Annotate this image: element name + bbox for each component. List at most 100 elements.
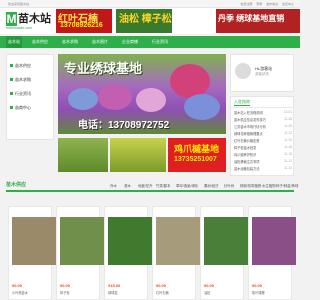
news-item-text: 红叶石楠价格走势: [234, 139, 260, 143]
news-item[interactable]: 江苏苗木市场行情分析 11-25: [234, 124, 292, 131]
divider: [231, 107, 293, 108]
news-item-text: 樟子松苗木批发: [234, 146, 257, 150]
category-link[interactable]: 灌木: [124, 183, 131, 188]
news-item-date: 11-25: [284, 124, 292, 128]
category-link[interactable]: 棕榈/热带植物: [240, 183, 261, 188]
product-name[interactable]: 樟子松: [60, 290, 70, 295]
product-price: ¥0.00: [156, 283, 167, 288]
ad-phone: 13708926216: [60, 22, 103, 29]
product-price: ¥0.00: [252, 283, 263, 288]
logo-mark: M: [6, 12, 17, 26]
news-item-text: 苗木站入驻流程说明: [234, 111, 263, 115]
news-item-date: 11-20: [284, 138, 292, 142]
news-item[interactable]: 樟子松苗木批发 11-18: [234, 145, 292, 152]
ad-banner-photinia[interactable]: 红叶石楠 13708926216: [56, 9, 112, 33]
sidebar-item-center[interactable]: 苗商中心: [10, 103, 31, 113]
news-item[interactable]: 苗木运输包装方法 11-10: [234, 166, 292, 173]
nav-photos[interactable]: 苗木图片: [92, 36, 108, 48]
news-item-text: 油松移栽注意事项: [234, 160, 260, 164]
sidebar-item-label: 苗木供应: [15, 63, 31, 68]
product-image[interactable]: [252, 217, 296, 265]
sidebar-item-label: 行业资讯: [15, 91, 31, 96]
sidebar-item-purchase[interactable]: 苗木求购: [10, 75, 31, 85]
news-item-date: 11-10: [284, 166, 292, 170]
hydrangea-blossom: [98, 84, 132, 110]
news-item[interactable]: 油松移栽注意事项 11-12: [234, 159, 292, 166]
register-link[interactable]: 免费注册: [240, 2, 252, 6]
product-name[interactable]: 紫叶矮樱: [252, 290, 265, 295]
category-sidebar: 苗木供应 苗木求购 行业资讯 苗商中心: [6, 54, 54, 140]
product-image[interactable]: [156, 217, 200, 265]
top-bar: 欢迎来到苗木站 免费注册 登录 发布信息 会员中心: [0, 0, 300, 8]
news-item-text: 江苏苗木市场行情分析: [234, 125, 266, 129]
main-nav: 苗木站 苗木供应 苗木求购 苗木图片 企业商铺 行业资讯: [0, 36, 300, 48]
news-item-text: 苗木运输包装方法: [234, 167, 260, 171]
thumb-ad-1[interactable]: [58, 138, 108, 172]
product-image[interactable]: [60, 217, 104, 265]
avatar[interactable]: [235, 63, 251, 79]
hydrangea-blossom: [184, 94, 220, 120]
product-image[interactable]: [12, 217, 56, 265]
product-card[interactable]: ¥0.00 小叶杨苗木: [8, 206, 56, 300]
news-panel-title[interactable]: 入驻指南: [234, 99, 250, 106]
thumb-ad-maple[interactable]: 鸡爪槭基地 13735251007: [168, 138, 226, 172]
category-link[interactable]: 果树/经济: [204, 183, 219, 188]
news-item[interactable]: 鸡爪槭养护知识 11-15: [234, 152, 292, 159]
thumb-ad-phone: 13735251007: [174, 156, 217, 163]
product-name[interactable]: 小叶杨苗木: [12, 290, 28, 295]
category-link[interactable]: 草坪/造景/绿化: [176, 183, 198, 188]
product-card[interactable]: ¥0.00 油松: [200, 206, 248, 300]
login-link[interactable]: 登录: [256, 2, 262, 6]
category-link[interactable]: 地被/花卉: [138, 183, 153, 188]
nav-news[interactable]: 行业资讯: [152, 36, 168, 48]
list-icon: [10, 64, 13, 68]
sidebar-item-supply[interactable]: 苗木供应: [10, 61, 31, 71]
category-link[interactable]: 针叶树: [224, 183, 234, 188]
product-card[interactable]: ¥0.00 樟子松: [56, 206, 104, 300]
nav-shops[interactable]: 企业商铺: [122, 36, 138, 48]
product-name[interactable]: 绣球苗: [108, 290, 118, 295]
product-grid: ¥0.00 小叶杨苗木 ¥0.00 樟子松 ¥15.00 绣球苗 ¥0.00 红叶石楠 ¥0.0…: [6, 206, 296, 300]
news-item[interactable]: 苗木站入驻流程说明 12-01: [234, 110, 292, 117]
nav-home[interactable]: 苗木站: [6, 36, 22, 48]
product-image[interactable]: [204, 217, 248, 265]
product-image[interactable]: [108, 217, 152, 265]
sidebar-item-news[interactable]: 行业资讯: [10, 89, 31, 99]
news-item[interactable]: 绣球花种植管理要点 11-22: [234, 131, 292, 138]
thumb-ad-2[interactable]: [110, 138, 166, 172]
product-price: ¥0.00: [60, 283, 71, 288]
news-item-date: 11-12: [284, 159, 292, 163]
member-center-link[interactable]: 会员中心: [282, 2, 294, 6]
publish-link[interactable]: 发布信息: [266, 2, 278, 6]
section-title[interactable]: 苗木供应: [6, 181, 26, 188]
thumb-ad-title: 鸡爪槭基地: [174, 144, 220, 154]
nav-purchase[interactable]: 苗木求购: [62, 36, 78, 48]
news-item-text: 鸡爪槭养护知识: [234, 153, 257, 157]
ad-banner-hydrangea[interactable]: 丹季 绣球基地直销: [216, 9, 300, 33]
hero-banner[interactable]: 专业绣球基地 电话：13708972752: [58, 54, 226, 134]
news-item[interactable]: 苗木供应信息发布技巧 11-28: [234, 117, 292, 124]
list-icon: [10, 106, 13, 110]
welcome-text: 欢迎来到苗木站: [8, 2, 30, 6]
hydrangea-blossom: [68, 88, 98, 110]
hydrangea-blossom: [170, 64, 210, 98]
product-card[interactable]: ¥0.00 红叶石楠: [152, 206, 200, 300]
list-icon: [10, 92, 13, 96]
product-card[interactable]: ¥15.00 绣球苗: [104, 206, 152, 300]
ad-title: 丹季 绣球基地直销: [218, 14, 285, 23]
category-link[interactable]: 竹类/藤本: [156, 183, 171, 188]
product-card[interactable]: ¥0.00 紫叶矮樱: [248, 206, 296, 300]
ad-banner-pine[interactable]: 油松 樟子松: [116, 9, 172, 33]
news-item-date: 11-15: [284, 152, 292, 156]
product-name[interactable]: 红叶石楠: [156, 290, 169, 295]
ad-title: 油松 樟子松: [119, 14, 172, 25]
category-link[interactable]: 种子/种苗/种球: [276, 183, 298, 188]
product-name[interactable]: 油松: [204, 290, 210, 295]
category-link[interactable]: 水生植物: [262, 183, 276, 188]
nav-supply[interactable]: 苗木供应: [32, 36, 48, 48]
news-item[interactable]: 红叶石楠价格走势 11-20: [234, 138, 292, 145]
category-link[interactable]: 乔木: [110, 183, 117, 188]
top-links: 免费注册 登录 发布信息 会员中心: [237, 2, 294, 6]
site-logo[interactable]: M 苗木站 miaomusite.com: [6, 12, 52, 32]
product-price: ¥0.00: [12, 283, 23, 288]
